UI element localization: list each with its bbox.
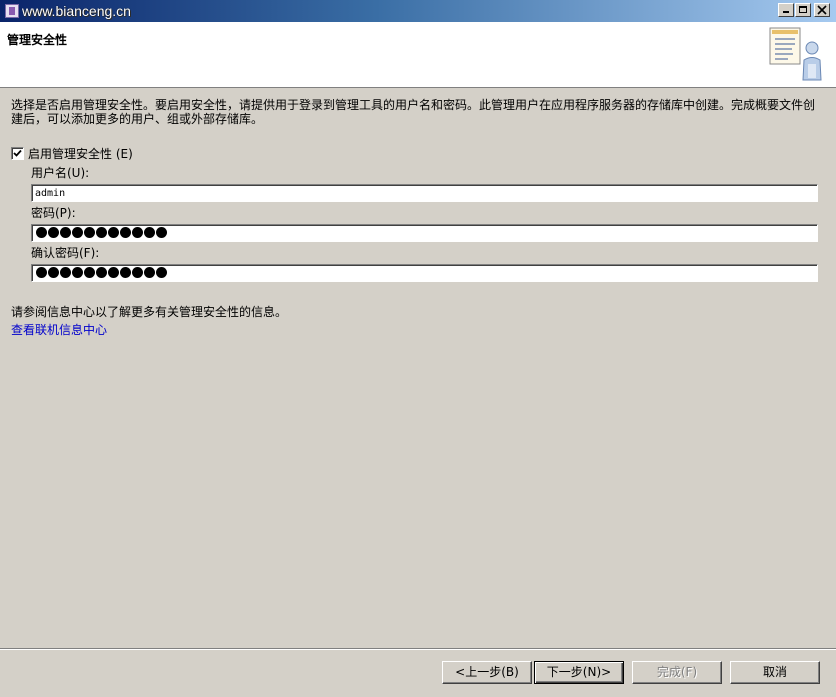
minimize-button[interactable]	[778, 3, 794, 17]
header-banner: 管理安全性	[0, 22, 836, 88]
password-dot	[36, 267, 47, 278]
username-input[interactable]	[31, 184, 818, 202]
password-dot	[132, 267, 143, 278]
wizard-document-user-icon	[769, 27, 822, 81]
confirm-password-label: 确认密码(F):	[31, 246, 100, 260]
password-dot	[144, 227, 155, 238]
app-icon	[5, 4, 19, 18]
username-label: 用户名(U):	[31, 166, 90, 180]
password-dot	[108, 227, 119, 238]
description-text: 选择是否启用管理安全性。要启用安全性，请提供用于登录到管理工具的用户名和密码。此…	[11, 98, 816, 126]
password-dot	[120, 267, 131, 278]
finish-button[interactable]: 完成(F)	[632, 661, 722, 684]
button-bar-separator	[0, 648, 836, 650]
minimize-icon	[783, 11, 789, 13]
password-dot	[60, 227, 71, 238]
enable-security-label: 启用管理安全性 (E)	[28, 146, 133, 161]
password-dot	[120, 227, 131, 238]
password-dot	[72, 227, 83, 238]
password-dot	[144, 267, 155, 278]
maximize-icon	[799, 6, 807, 13]
window-controls	[777, 3, 830, 17]
password-dot	[84, 227, 95, 238]
password-dot	[36, 227, 47, 238]
password-input[interactable]	[31, 224, 818, 242]
info-text: 请参阅信息中心以了解更多有关管理安全性的信息。	[11, 305, 288, 319]
cancel-button[interactable]: 取消	[730, 661, 820, 684]
maximize-button[interactable]	[795, 3, 811, 17]
password-mask	[36, 227, 167, 238]
password-dot	[108, 267, 119, 278]
enable-security-checkbox[interactable]	[11, 146, 24, 160]
password-dot	[96, 267, 107, 278]
password-dot	[72, 267, 83, 278]
page-title: 管理安全性	[7, 33, 68, 47]
password-dot	[156, 267, 167, 278]
password-dot	[84, 267, 95, 278]
next-button[interactable]: 下一步(N)>	[534, 661, 624, 684]
password-dot	[48, 227, 59, 238]
checkmark-icon	[13, 149, 22, 157]
wizard-window: www.bianceng.cn 管理安全性 选择是否启用管理安全性。要启用安全性…	[0, 0, 836, 697]
password-label: 密码(P):	[31, 206, 76, 220]
password-dot	[132, 227, 143, 238]
close-icon	[817, 5, 827, 15]
confirm-password-mask	[36, 267, 167, 278]
password-dot	[60, 267, 71, 278]
title-bar[interactable]: www.bianceng.cn	[0, 0, 836, 22]
close-button[interactable]	[814, 3, 830, 17]
password-dot	[96, 227, 107, 238]
watermark-text: www.bianceng.cn	[22, 3, 131, 19]
password-dot	[48, 267, 59, 278]
password-dot	[156, 227, 167, 238]
back-button[interactable]: <上一步(B)	[442, 661, 532, 684]
confirm-password-input[interactable]	[31, 264, 818, 282]
enable-security-row[interactable]: 启用管理安全性 (E)	[11, 146, 133, 161]
info-center-link[interactable]: 查看联机信息中心	[11, 321, 107, 338]
